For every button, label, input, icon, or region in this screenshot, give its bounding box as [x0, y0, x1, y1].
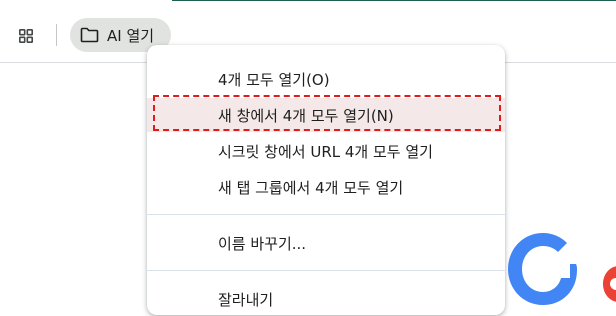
grid-icon	[19, 29, 33, 43]
menu-item-rename[interactable]: 이름 바꾸기...	[147, 226, 505, 260]
apps-button[interactable]	[14, 24, 38, 48]
menu-item-open-all[interactable]: 4개 모두 열기(O)	[147, 62, 505, 96]
menu-item-open-all-tab-group[interactable]: 새 탭 그룹에서 4개 모두 열기	[147, 170, 505, 204]
menu-item-open-all-incognito[interactable]: 시크릿 창에서 URL 4개 모두 열기	[147, 134, 505, 168]
bookmark-folder-label: AI 열기	[107, 26, 155, 45]
menu-divider	[147, 214, 505, 215]
bookmarks-separator	[56, 24, 57, 46]
menu-divider	[147, 270, 505, 271]
bookmark-context-menu: 4개 모두 열기(O) 새 창에서 4개 모두 열기(N) 시크릿 창에서 UR…	[147, 45, 505, 315]
folder-icon	[80, 27, 99, 43]
menu-item-cut[interactable]: 잘라내기	[147, 282, 505, 316]
highlight-annotation	[153, 95, 501, 131]
google-logo	[500, 218, 616, 308]
